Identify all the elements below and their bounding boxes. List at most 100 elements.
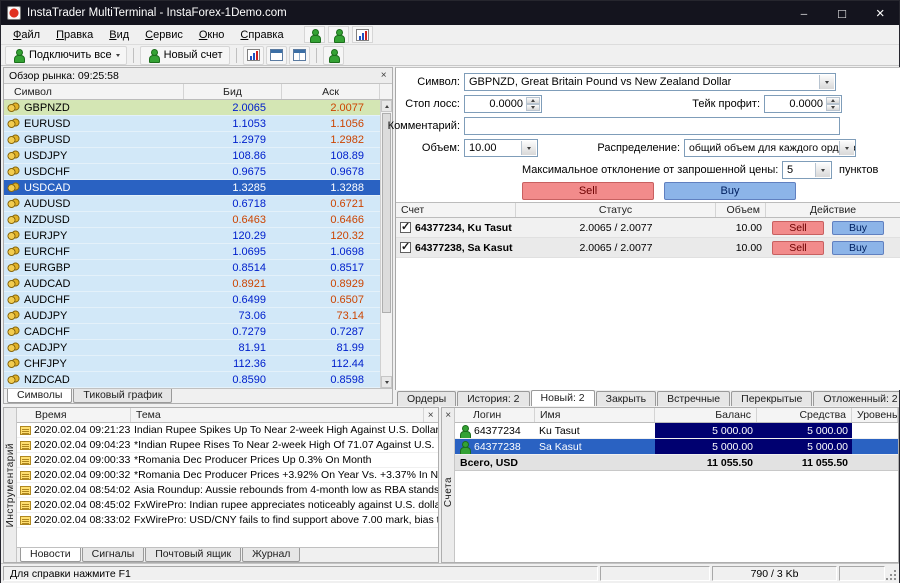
- news-row[interactable]: 2020.02.04 08:45:02FxWirePro: Indian rup…: [17, 498, 438, 513]
- market-watch-row[interactable]: EURCHF1.06951.0698: [4, 244, 380, 260]
- menu-window[interactable]: Окно: [191, 27, 233, 43]
- market-watch-row[interactable]: CADCHF0.72790.7287: [4, 324, 380, 340]
- layout-split-button[interactable]: [289, 46, 310, 65]
- tick-chart-button[interactable]: [243, 46, 264, 65]
- distribution-label: Распределение:: [592, 142, 680, 156]
- maximize-button[interactable]: [823, 1, 861, 25]
- new-order-panel: Символ: GBPNZD, Great Britain Pound vs N…: [395, 67, 900, 390]
- window-title: InstaTrader MultiTerminal - InstaForex-1…: [27, 7, 287, 19]
- stop-loss-input[interactable]: 0.0000: [464, 95, 542, 113]
- tab-history[interactable]: История: 2: [457, 391, 529, 406]
- combo-dropdown-button[interactable]: [521, 141, 536, 155]
- spin-down-button[interactable]: [526, 104, 540, 111]
- max-deviation-combobox[interactable]: 5: [782, 161, 832, 179]
- market-watch-row[interactable]: USDCAD1.32851.3288: [4, 180, 380, 196]
- tab-overlapped[interactable]: Перекрытые: [731, 391, 812, 406]
- news-row[interactable]: 2020.02.04 09:21:23Indian Rupee Spikes U…: [17, 423, 438, 438]
- arrow-down-icon: [531, 106, 535, 109]
- market-watch-row[interactable]: AUDUSD0.67180.6721: [4, 196, 380, 212]
- symbol-combobox[interactable]: GBPNZD, Great Britain Pound vs New Zeala…: [464, 73, 836, 91]
- tab-mailbox[interactable]: Почтовый ящик: [145, 548, 241, 562]
- toolbox-vertical-tab[interactable]: Инструментарий: [4, 408, 17, 562]
- market-watch-row[interactable]: GBPUSD1.29791.2982: [4, 132, 380, 148]
- menu-tools[interactable]: Сервис: [137, 27, 191, 43]
- spin-up-button[interactable]: [526, 97, 540, 104]
- new-account-button[interactable]: Новый счет: [140, 46, 230, 65]
- account-row[interactable]: 64377234Ku Tasut5 000.005 000.00: [455, 423, 898, 439]
- title-bar: InstaTrader MultiTerminal - InstaForex-1…: [1, 1, 899, 25]
- scroll-down-button[interactable]: [381, 376, 392, 388]
- row-buy-button[interactable]: Buy: [832, 221, 884, 235]
- tab-new-order[interactable]: Новый: 2: [531, 390, 595, 406]
- buy-button[interactable]: Buy: [664, 182, 796, 200]
- minimize-button[interactable]: [785, 1, 823, 25]
- tab-signals[interactable]: Сигналы: [82, 548, 145, 562]
- tab-tick-chart[interactable]: Тиковый график: [73, 389, 172, 403]
- market-watch-row[interactable]: NZDCAD0.85900.8598: [4, 372, 380, 388]
- tab-orders[interactable]: Ордеры: [397, 391, 456, 406]
- menu-file[interactable]: Файл: [5, 27, 48, 43]
- tab-pending[interactable]: Отложенный: 2: [813, 391, 899, 406]
- market-watch-row[interactable]: CHFJPY112.36112.44: [4, 356, 380, 372]
- distribution-combobox[interactable]: общий объем для каждого ордера: [684, 139, 856, 157]
- comment-input[interactable]: [465, 118, 839, 134]
- tab-journal[interactable]: Журнал: [242, 548, 300, 562]
- take-profit-input[interactable]: 0.0000: [764, 95, 842, 113]
- tab-symbols[interactable]: Символы: [7, 389, 72, 403]
- spin-down-button[interactable]: [826, 104, 840, 111]
- market-watch-row[interactable]: AUDCHF0.64990.6507: [4, 292, 380, 308]
- tab-counter-orders[interactable]: Встречные: [657, 391, 730, 406]
- market-watch-row[interactable]: USDJPY108.86108.89: [4, 148, 380, 164]
- currency-pair-icon: [7, 326, 20, 337]
- symbol-name: CHFJPY: [24, 358, 67, 370]
- close-button[interactable]: [861, 1, 899, 25]
- news-close-button[interactable]: [424, 409, 437, 422]
- news-row[interactable]: 2020.02.04 09:00:33*Romania Dec Producer…: [17, 453, 438, 468]
- menu-view[interactable]: Вид: [101, 27, 137, 43]
- news-row[interactable]: 2020.02.04 09:00:32*Romania Dec Producer…: [17, 468, 438, 483]
- combo-dropdown-button[interactable]: [839, 141, 854, 155]
- menu-edit[interactable]: Правка: [48, 27, 101, 43]
- connect-quick-button[interactable]: [328, 26, 349, 43]
- layout-button[interactable]: [266, 46, 287, 65]
- accounts-button[interactable]: [323, 46, 344, 65]
- news-row[interactable]: 2020.02.04 08:33:02FxWirePro: USD/CNY fa…: [17, 513, 438, 528]
- order-volume: 10.00: [716, 238, 766, 257]
- toolbar: Подключить все Новый счет: [1, 45, 899, 66]
- row-sell-button[interactable]: Sell: [772, 221, 824, 235]
- market-watch-row[interactable]: AUDCAD0.89210.8929: [4, 276, 380, 292]
- menu-help[interactable]: Справка: [232, 27, 291, 43]
- column-header-name: Имя: [535, 408, 655, 422]
- row-buy-button[interactable]: Buy: [832, 241, 884, 255]
- spin-up-button[interactable]: [826, 97, 840, 104]
- combo-dropdown-button[interactable]: [815, 163, 830, 177]
- accounts-quick-button[interactable]: [304, 26, 325, 43]
- sell-button[interactable]: Sell: [522, 182, 654, 200]
- account-checkbox[interactable]: [400, 242, 411, 253]
- order-account-row[interactable]: 64377234, Ku Tasut2.0065 / 2.007710.00Se…: [396, 218, 900, 238]
- news-row[interactable]: 2020.02.04 09:04:23*Indian Rupee Rises T…: [17, 438, 438, 453]
- market-watch-row[interactable]: USDCHF0.96750.9678: [4, 164, 380, 180]
- market-watch-row[interactable]: EURUSD1.10531.1056: [4, 116, 380, 132]
- volume-combobox[interactable]: 10.00: [464, 139, 538, 157]
- chart-quick-button[interactable]: [352, 26, 373, 43]
- news-row[interactable]: 2020.02.04 08:54:02Asia Roundup: Aussie …: [17, 483, 438, 498]
- market-watch-row[interactable]: GBPNZD2.00652.0077: [4, 100, 380, 116]
- row-sell-button[interactable]: Sell: [772, 241, 824, 255]
- account-checkbox[interactable]: [400, 222, 411, 233]
- tab-news[interactable]: Новости: [20, 548, 81, 562]
- market-watch-row[interactable]: EURGBP0.85140.8517: [4, 260, 380, 276]
- accounts-vertical-tab[interactable]: Счета: [442, 408, 455, 562]
- order-account-row[interactable]: 64377238, Sa Kasut2.0065 / 2.007710.00Se…: [396, 238, 900, 258]
- market-watch-row[interactable]: CADJPY81.9181.99: [4, 340, 380, 356]
- symbol-name: CADCHF: [24, 326, 70, 338]
- accounts-close-button[interactable]: [442, 409, 455, 422]
- resize-grip-icon[interactable]: [885, 569, 898, 582]
- connect-all-button[interactable]: Подключить все: [5, 46, 127, 65]
- market-watch-row[interactable]: NZDUSD0.64630.6466: [4, 212, 380, 228]
- account-row[interactable]: 64377238Sa Kasut5 000.005 000.00: [455, 439, 898, 455]
- market-watch-row[interactable]: AUDJPY73.0673.14: [4, 308, 380, 324]
- combo-dropdown-button[interactable]: [819, 75, 834, 89]
- market-watch-row[interactable]: EURJPY120.29120.32: [4, 228, 380, 244]
- tab-close[interactable]: Закрыть: [596, 391, 656, 406]
